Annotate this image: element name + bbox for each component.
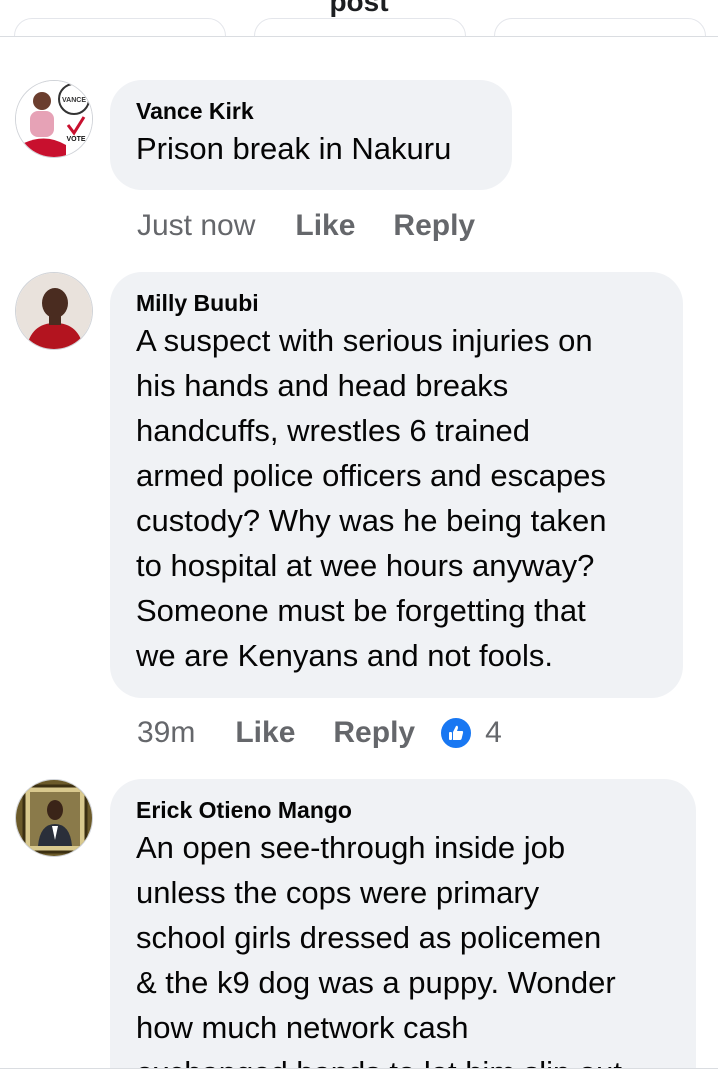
comment-bubble: Milly Buubi A suspect with serious injur…	[110, 272, 683, 698]
bottom-bar-edge	[0, 1068, 718, 1080]
comment-author[interactable]: Milly Buubi	[136, 288, 659, 318]
action-pill-1[interactable]	[14, 18, 226, 36]
comment-time[interactable]: Just now	[137, 209, 255, 243]
reply-button[interactable]: Reply	[393, 209, 475, 243]
comment-text: An open see-through inside job unless th…	[136, 830, 622, 1080]
avatar-image	[16, 273, 92, 349]
action-pill-3[interactable]	[494, 18, 706, 36]
avatar-vote-text: VOTE	[66, 136, 85, 143]
comment-time[interactable]: 39m	[137, 716, 195, 750]
reply-button[interactable]: Reply	[333, 716, 415, 750]
comment-bubble: Vance Kirk Prison break in Nakuru	[110, 80, 512, 190]
comment-thread: post VANCE VOTE Vance Kirk Prison break …	[0, 0, 718, 1080]
comment-author[interactable]: Erick Otieno Mango	[136, 795, 672, 825]
thumbs-up-icon	[439, 716, 474, 750]
reaction-summary[interactable]: 4	[439, 716, 502, 750]
avatar-image	[16, 780, 92, 856]
avatar-image: VANCE VOTE	[16, 81, 92, 157]
top-bar: post	[0, 0, 718, 37]
comment-author[interactable]: Vance Kirk	[136, 96, 488, 126]
reaction-count: 4	[485, 716, 502, 749]
comment-actions: 39m Like Reply 4	[137, 713, 502, 753]
avatar[interactable]: VANCE VOTE	[15, 80, 93, 158]
comment-text: A suspect with serious injuries on his h…	[136, 323, 607, 673]
like-button[interactable]: Like	[295, 209, 355, 243]
avatar[interactable]	[15, 779, 93, 857]
comment-text: Prison break in Nakuru	[136, 131, 452, 166]
action-pill-2[interactable]	[254, 18, 466, 36]
page-title: post	[329, 0, 389, 17]
avatar-badge-text: VANCE	[62, 97, 86, 104]
like-button[interactable]: Like	[235, 716, 295, 750]
comment-bubble: Erick Otieno Mango An open see-through i…	[110, 779, 696, 1080]
avatar[interactable]	[15, 272, 93, 350]
comment-actions: Just now Like Reply	[137, 206, 513, 246]
